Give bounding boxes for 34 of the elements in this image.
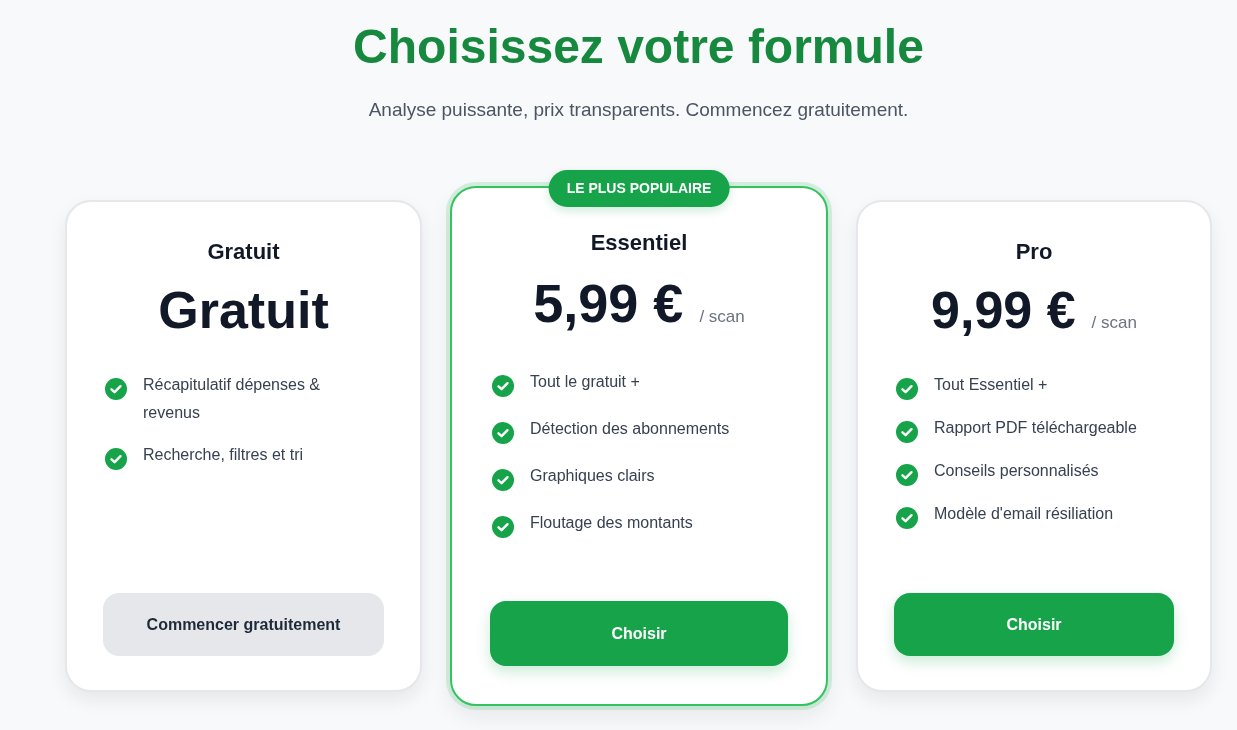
- check-circle-icon: [492, 469, 514, 491]
- plan-button[interactable]: Commencer gratuitement: [103, 593, 384, 656]
- check-circle-icon: [105, 378, 127, 400]
- page-subtitle: Analyse puissante, prix transparents. Commencez gratuitement.: [368, 98, 909, 122]
- feature-text: Détection des abonnements: [530, 419, 730, 439]
- popular-badge: LE PLUS POPULAIRE: [548, 170, 730, 207]
- plan-price: 9,99 €: [931, 282, 1076, 338]
- feature-text: Récapitulatif dépenses & revenus: [143, 375, 321, 423]
- price-unit: / scan: [1091, 313, 1137, 333]
- feature-text: Modèle d'email résiliation: [934, 504, 1114, 524]
- feature-text: Recherche, filtres et tri: [143, 445, 304, 465]
- check-circle-icon: [105, 448, 127, 470]
- feature-text: Graphiques clairs: [530, 466, 655, 486]
- feature-text: Floutage des montants: [530, 513, 693, 533]
- feature-text: Conseils personnalisés: [934, 461, 1099, 481]
- plan-button[interactable]: Choisir: [490, 601, 788, 666]
- feature-text: Rapport PDF téléchargeable: [934, 418, 1137, 438]
- check-circle-icon: [896, 464, 918, 486]
- plan-name: Pro: [1014, 238, 1054, 266]
- check-circle-icon: [492, 422, 514, 444]
- check-circle-icon: [896, 378, 918, 400]
- plan-price: 5,99 €: [533, 273, 684, 333]
- feature-text: Tout Essentiel +: [934, 375, 1048, 395]
- page-title: Choisissez votre formule: [353, 19, 924, 75]
- check-circle-icon: [492, 516, 514, 538]
- check-circle-icon: [896, 421, 918, 443]
- plan-name: Essentiel: [589, 229, 689, 257]
- plan-button[interactable]: Choisir: [894, 593, 1174, 656]
- plan-price: Gratuit: [158, 282, 329, 338]
- plan-name: Gratuit: [206, 238, 281, 266]
- price-unit: / scan: [699, 307, 745, 327]
- check-circle-icon: [492, 375, 514, 397]
- feature-text: Tout le gratuit +: [530, 372, 640, 392]
- check-circle-icon: [896, 507, 918, 529]
